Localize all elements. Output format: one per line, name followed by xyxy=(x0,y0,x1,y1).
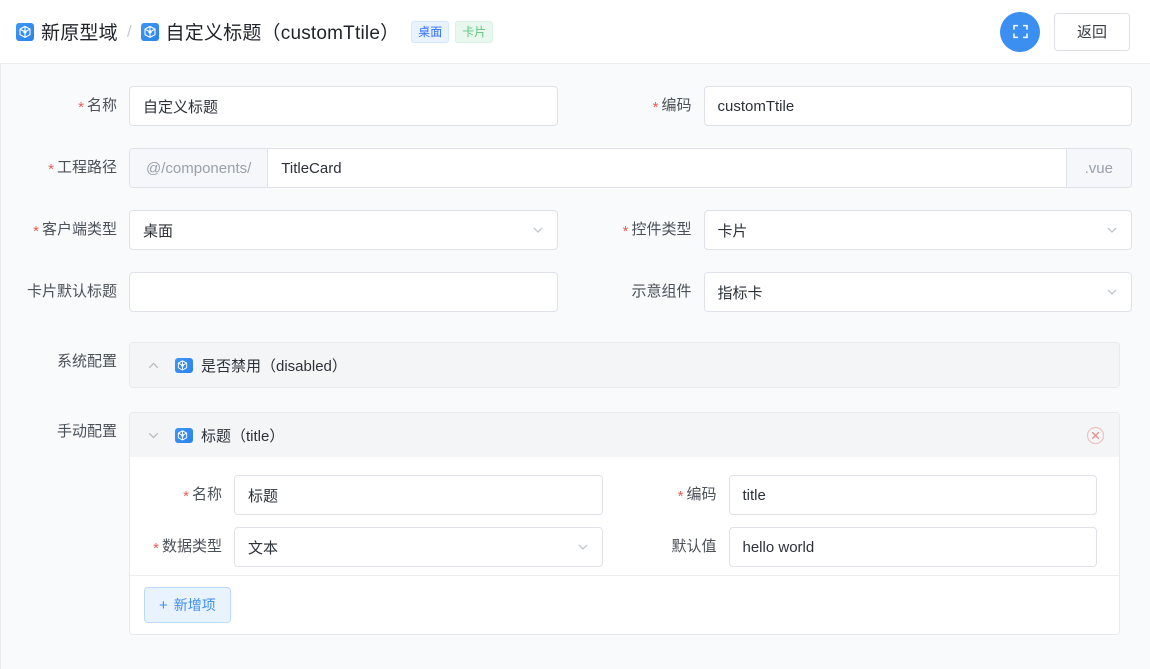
sub-field-name: 名称 标题 xyxy=(130,475,625,515)
system-config-panel: 是否禁用（disabled） xyxy=(129,342,1120,388)
name-input[interactable]: 自定义标题 xyxy=(129,86,558,126)
form-row-project-path: 工程路径 @/components/ TitleCard .vue xyxy=(1,148,1150,188)
project-path-prefix: @/components/ xyxy=(130,149,269,187)
project-path-suffix: .vue xyxy=(1065,149,1131,187)
sub-data-type-select[interactable]: 文本 xyxy=(234,527,603,567)
field-system-config: 系统配置 是否禁用（disabled） xyxy=(1,342,1150,388)
manual-config-footer: + 新增项 xyxy=(130,575,1119,634)
app-root: 新原型域 / 自定义标题（customTtile） 桌面 卡片 返回 * 名称 … xyxy=(0,0,1150,669)
project-path-input[interactable]: TitleCard xyxy=(268,149,1065,187)
page-header: 新原型域 / 自定义标题（customTtile） 桌面 卡片 返回 xyxy=(0,0,1150,64)
field-widget-type: 控件类型 卡片 xyxy=(576,210,1150,250)
field-label-name: 名称 xyxy=(1,86,129,126)
demo-component-select[interactable]: 指标卡 xyxy=(703,272,1132,312)
field-label-card-default-title: 卡片默认标题 xyxy=(26,283,117,300)
back-button[interactable]: 返回 xyxy=(1054,12,1130,51)
chevron-down-icon xyxy=(531,223,545,237)
form-body: 名称 自定义标题 编码 customTtile 工程路径 @/component… xyxy=(0,64,1150,669)
fullscreen-icon xyxy=(1011,22,1030,41)
breadcrumb-label-domain: 新原型域 xyxy=(41,23,118,44)
fullscreen-button[interactable] xyxy=(1000,11,1040,52)
form-row-card-title-demo: 卡片默认标题 示意组件 指标卡 xyxy=(1,272,1150,312)
field-demo-component: 示意组件 指标卡 xyxy=(576,272,1150,312)
field-manual-config: 手动配置 标题（title） * 名称 标题 * 编码 title * 数据类型… xyxy=(1,412,1150,635)
sub-row-name-code: 名称 标题 编码 title xyxy=(130,475,1119,515)
field-card-default-title: 卡片默认标题 xyxy=(1,272,576,312)
manual-config-item-body: 名称 标题 编码 title xyxy=(130,457,1119,575)
chevron-down-icon xyxy=(146,428,161,443)
field-label-widget-type: 控件类型 xyxy=(576,210,704,250)
field-label-demo-component: 示意组件 xyxy=(631,283,692,300)
breadcrumb-separator: / xyxy=(126,21,132,41)
code-input[interactable]: customTtile xyxy=(703,86,1132,126)
prototype-domain-icon xyxy=(16,22,34,41)
sub-code-input[interactable]: title xyxy=(728,475,1097,515)
sub-field-label-default-value: 默认值 xyxy=(671,538,717,555)
prototype-domain-icon xyxy=(140,22,159,41)
sub-name-input[interactable]: 标题 xyxy=(234,475,603,515)
page-title: 自定义标题（customTtile） xyxy=(165,23,400,44)
system-config-panel-header[interactable]: 是否禁用（disabled） xyxy=(130,343,1119,387)
field-label-project-path: 工程路径 xyxy=(1,148,129,188)
field-name: 名称 自定义标题 xyxy=(1,86,576,126)
field-label-system-config: 系统配置 xyxy=(56,353,117,370)
breadcrumb-item-current: 自定义标题（customTtile） xyxy=(140,18,400,45)
sub-row-datatype-default: 数据类型 文本 xyxy=(130,527,1119,567)
chevron-down-icon xyxy=(576,540,590,554)
system-config-panel-title: 是否禁用（disabled） xyxy=(201,357,347,375)
header-actions: 返回 xyxy=(1000,11,1130,52)
client-type-select[interactable]: 桌面 xyxy=(129,210,558,250)
sub-data-type-value: 文本 xyxy=(248,539,279,557)
field-code: 编码 customTtile xyxy=(576,86,1150,126)
manual-config-item: 标题（title） * 名称 标题 * 编码 title * 数据类型 文本 默… xyxy=(130,413,1119,575)
sub-field-label-name: 名称 xyxy=(130,475,234,515)
add-item-button[interactable]: + 新增项 xyxy=(144,587,231,623)
breadcrumb-item-domain[interactable]: 新原型域 xyxy=(16,18,118,45)
sub-field-label-data-type: 数据类型 xyxy=(130,527,234,567)
prototype-domain-icon xyxy=(175,427,193,443)
form-row-types: 客户端类型 桌面 控件类型 卡片 xyxy=(1,210,1150,250)
sub-field-label-code: 编码 xyxy=(625,475,729,515)
sub-field-data-type: 数据类型 文本 xyxy=(130,527,625,567)
chevron-down-icon xyxy=(1105,223,1119,237)
widget-type-value: 卡片 xyxy=(717,222,748,240)
form-row-manual-config: 手动配置 标题（title） * 名称 标题 * 编码 title * 数据类型… xyxy=(1,412,1150,635)
prototype-domain-icon xyxy=(175,357,193,373)
tag-widget-type: 卡片 xyxy=(455,20,494,43)
manual-config-item-header[interactable]: 标题（title） xyxy=(130,413,1119,457)
plus-icon: + xyxy=(159,596,168,614)
widget-type-select[interactable]: 卡片 xyxy=(703,210,1132,250)
circle-close-icon[interactable] xyxy=(1086,426,1105,445)
add-item-button-label: 新增项 xyxy=(173,597,216,613)
sub-default-value-input[interactable]: hello world xyxy=(728,527,1097,567)
client-type-value: 桌面 xyxy=(143,222,174,240)
field-project-path: 工程路径 @/components/ TitleCard .vue xyxy=(1,148,1150,188)
chevron-up-icon xyxy=(146,358,161,373)
chevron-down-icon xyxy=(1105,285,1119,299)
header-tags: 桌面 卡片 xyxy=(411,20,494,43)
breadcrumb: 新原型域 / 自定义标题（customTtile） 桌面 卡片 xyxy=(16,18,1000,45)
field-label-client-type: 客户端类型 xyxy=(1,210,129,250)
sub-field-default-value: 默认值 hello world xyxy=(625,527,1120,567)
card-default-title-input[interactable] xyxy=(129,272,558,312)
sub-field-code: 编码 title xyxy=(625,475,1120,515)
field-label-code: 编码 xyxy=(576,86,704,126)
demo-component-value: 指标卡 xyxy=(717,284,763,302)
field-client-type: 客户端类型 桌面 xyxy=(1,210,576,250)
form-row-system-config: 系统配置 是否禁用（disabled） xyxy=(1,342,1150,388)
field-label-manual-config: 手动配置 xyxy=(56,423,117,440)
manual-config-panel: 标题（title） * 名称 标题 * 编码 title * 数据类型 文本 默… xyxy=(129,412,1120,635)
tag-client-type: 桌面 xyxy=(411,20,450,43)
form-row-name-code: 名称 自定义标题 编码 customTtile xyxy=(1,86,1150,126)
manual-config-item-title: 标题（title） xyxy=(201,427,285,445)
project-path-group: @/components/ TitleCard .vue xyxy=(129,148,1132,188)
